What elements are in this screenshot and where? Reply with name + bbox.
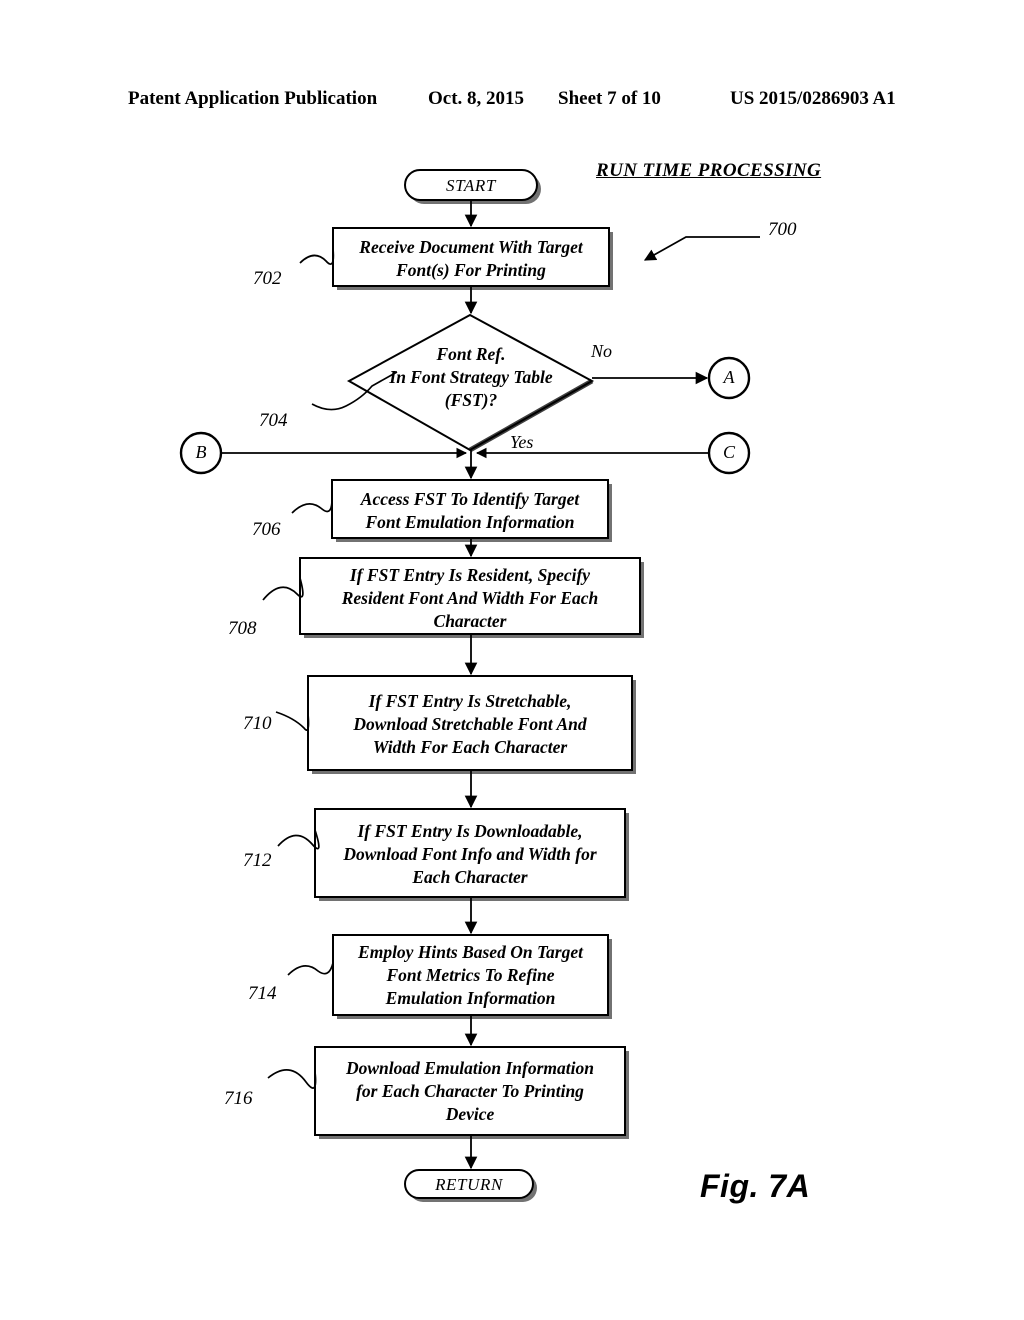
figure-title: RUN TIME PROCESSING <box>596 160 822 181</box>
ref-number-710: 710 <box>243 713 272 734</box>
flowchart-svg <box>179 169 760 1202</box>
ref-number-708: 708 <box>228 618 257 639</box>
ref-number-716: 716 <box>224 1088 253 1109</box>
return-label: RETURN <box>435 1175 503 1194</box>
process-box-708 <box>299 557 641 635</box>
process-box-714 <box>332 934 609 1016</box>
ref-number-700: 700 <box>768 219 797 240</box>
ref-number-702: 702 <box>253 268 282 289</box>
process-box-702 <box>332 227 610 287</box>
connector-label-a: A <box>723 367 735 387</box>
process-box-710 <box>307 675 633 771</box>
process-box-706 <box>331 479 609 539</box>
edge-label-no: No <box>591 341 613 361</box>
decision-diamond-704 <box>346 313 595 452</box>
edge-label-yes: Yes <box>510 432 534 452</box>
ref-number-714: 714 <box>248 983 277 1004</box>
process-box-716 <box>314 1046 626 1136</box>
ref-number-704: 704 <box>259 410 288 431</box>
flowchart-diagram: START Receive Document With Target Font(… <box>0 0 1024 1320</box>
ref-number-712: 712 <box>243 850 272 871</box>
process-box-712 <box>314 808 626 898</box>
figure-caption: Fig. 7A <box>700 1168 811 1204</box>
connector-label-c: C <box>722 442 735 462</box>
connector-label-b: B <box>195 442 207 462</box>
start-label: START <box>446 176 496 195</box>
ref-number-706: 706 <box>252 519 281 540</box>
